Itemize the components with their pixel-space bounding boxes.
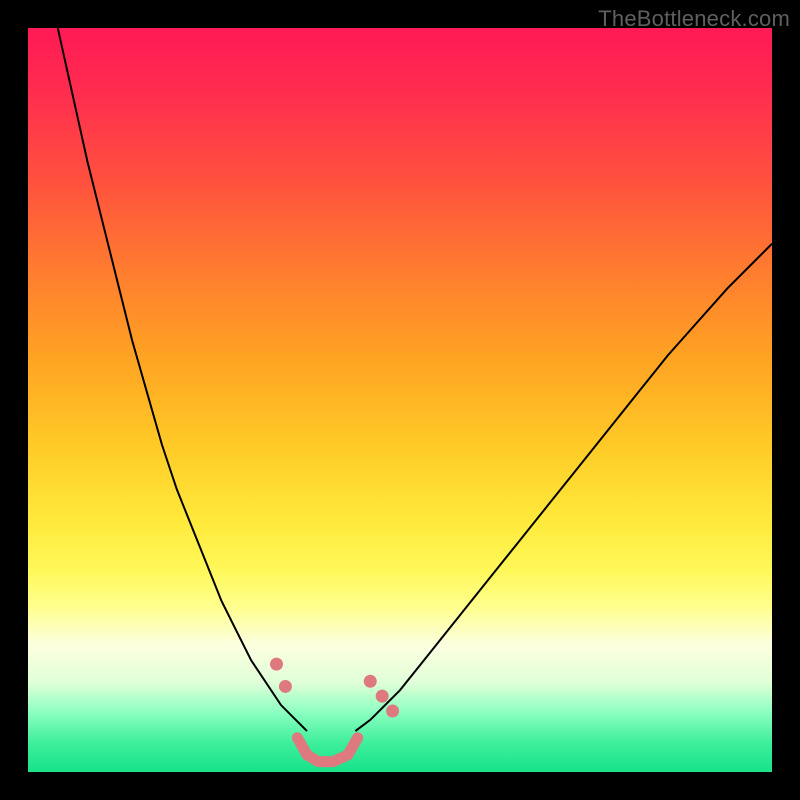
- chart-frame: [28, 28, 772, 772]
- chart-marker: [364, 675, 377, 688]
- chart-plot-svg: [28, 28, 772, 772]
- chart-line: [58, 28, 307, 731]
- chart-line: [297, 738, 357, 762]
- chart-marker: [376, 690, 389, 703]
- chart-marker: [270, 658, 283, 671]
- chart-marker: [279, 680, 292, 693]
- chart-line: [355, 244, 772, 731]
- chart-marker: [386, 704, 399, 717]
